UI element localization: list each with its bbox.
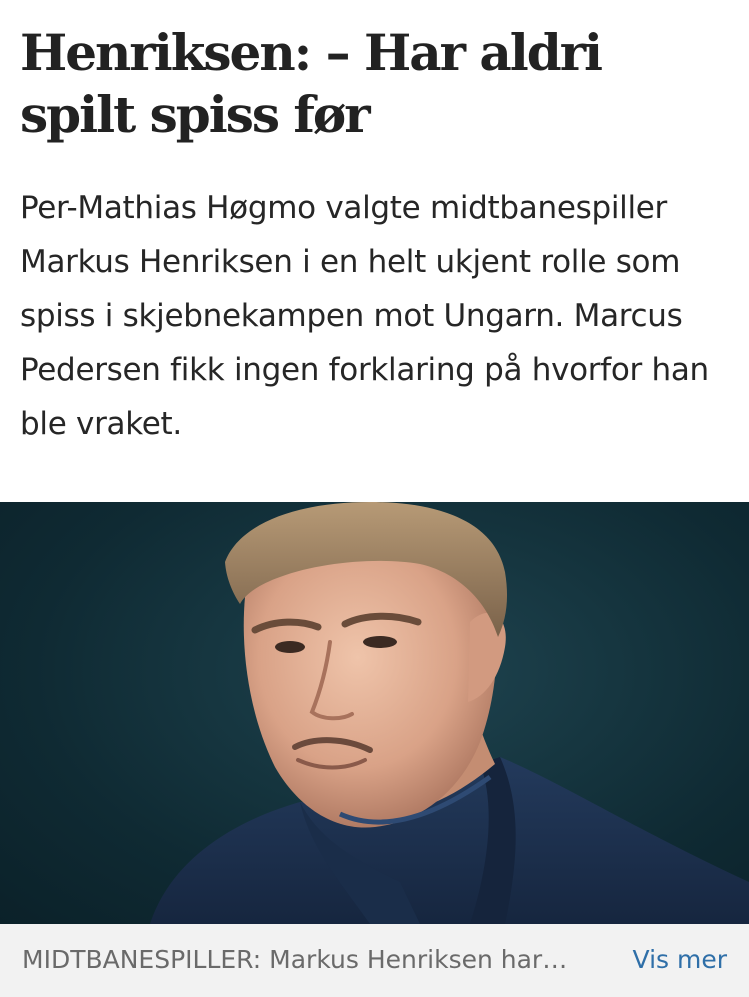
image-caption-bar: MIDTBANESPILLER: Markus Henriksen har… V… (0, 924, 749, 997)
show-more-link[interactable]: Vis mer (633, 943, 727, 977)
player-portrait-illustration (150, 502, 749, 924)
article-lead: Per-Mathias Høgmo valgte midtbanespiller… (20, 190, 709, 442)
article-photo[interactable] (0, 502, 749, 924)
image-caption: MIDTBANESPILLER: Markus Henriksen har… (22, 945, 568, 974)
article: Henriksen: – Har aldri spilt spiss før P… (0, 0, 749, 997)
article-headline[interactable]: Henriksen: – Har aldri spilt spiss før (20, 22, 720, 146)
